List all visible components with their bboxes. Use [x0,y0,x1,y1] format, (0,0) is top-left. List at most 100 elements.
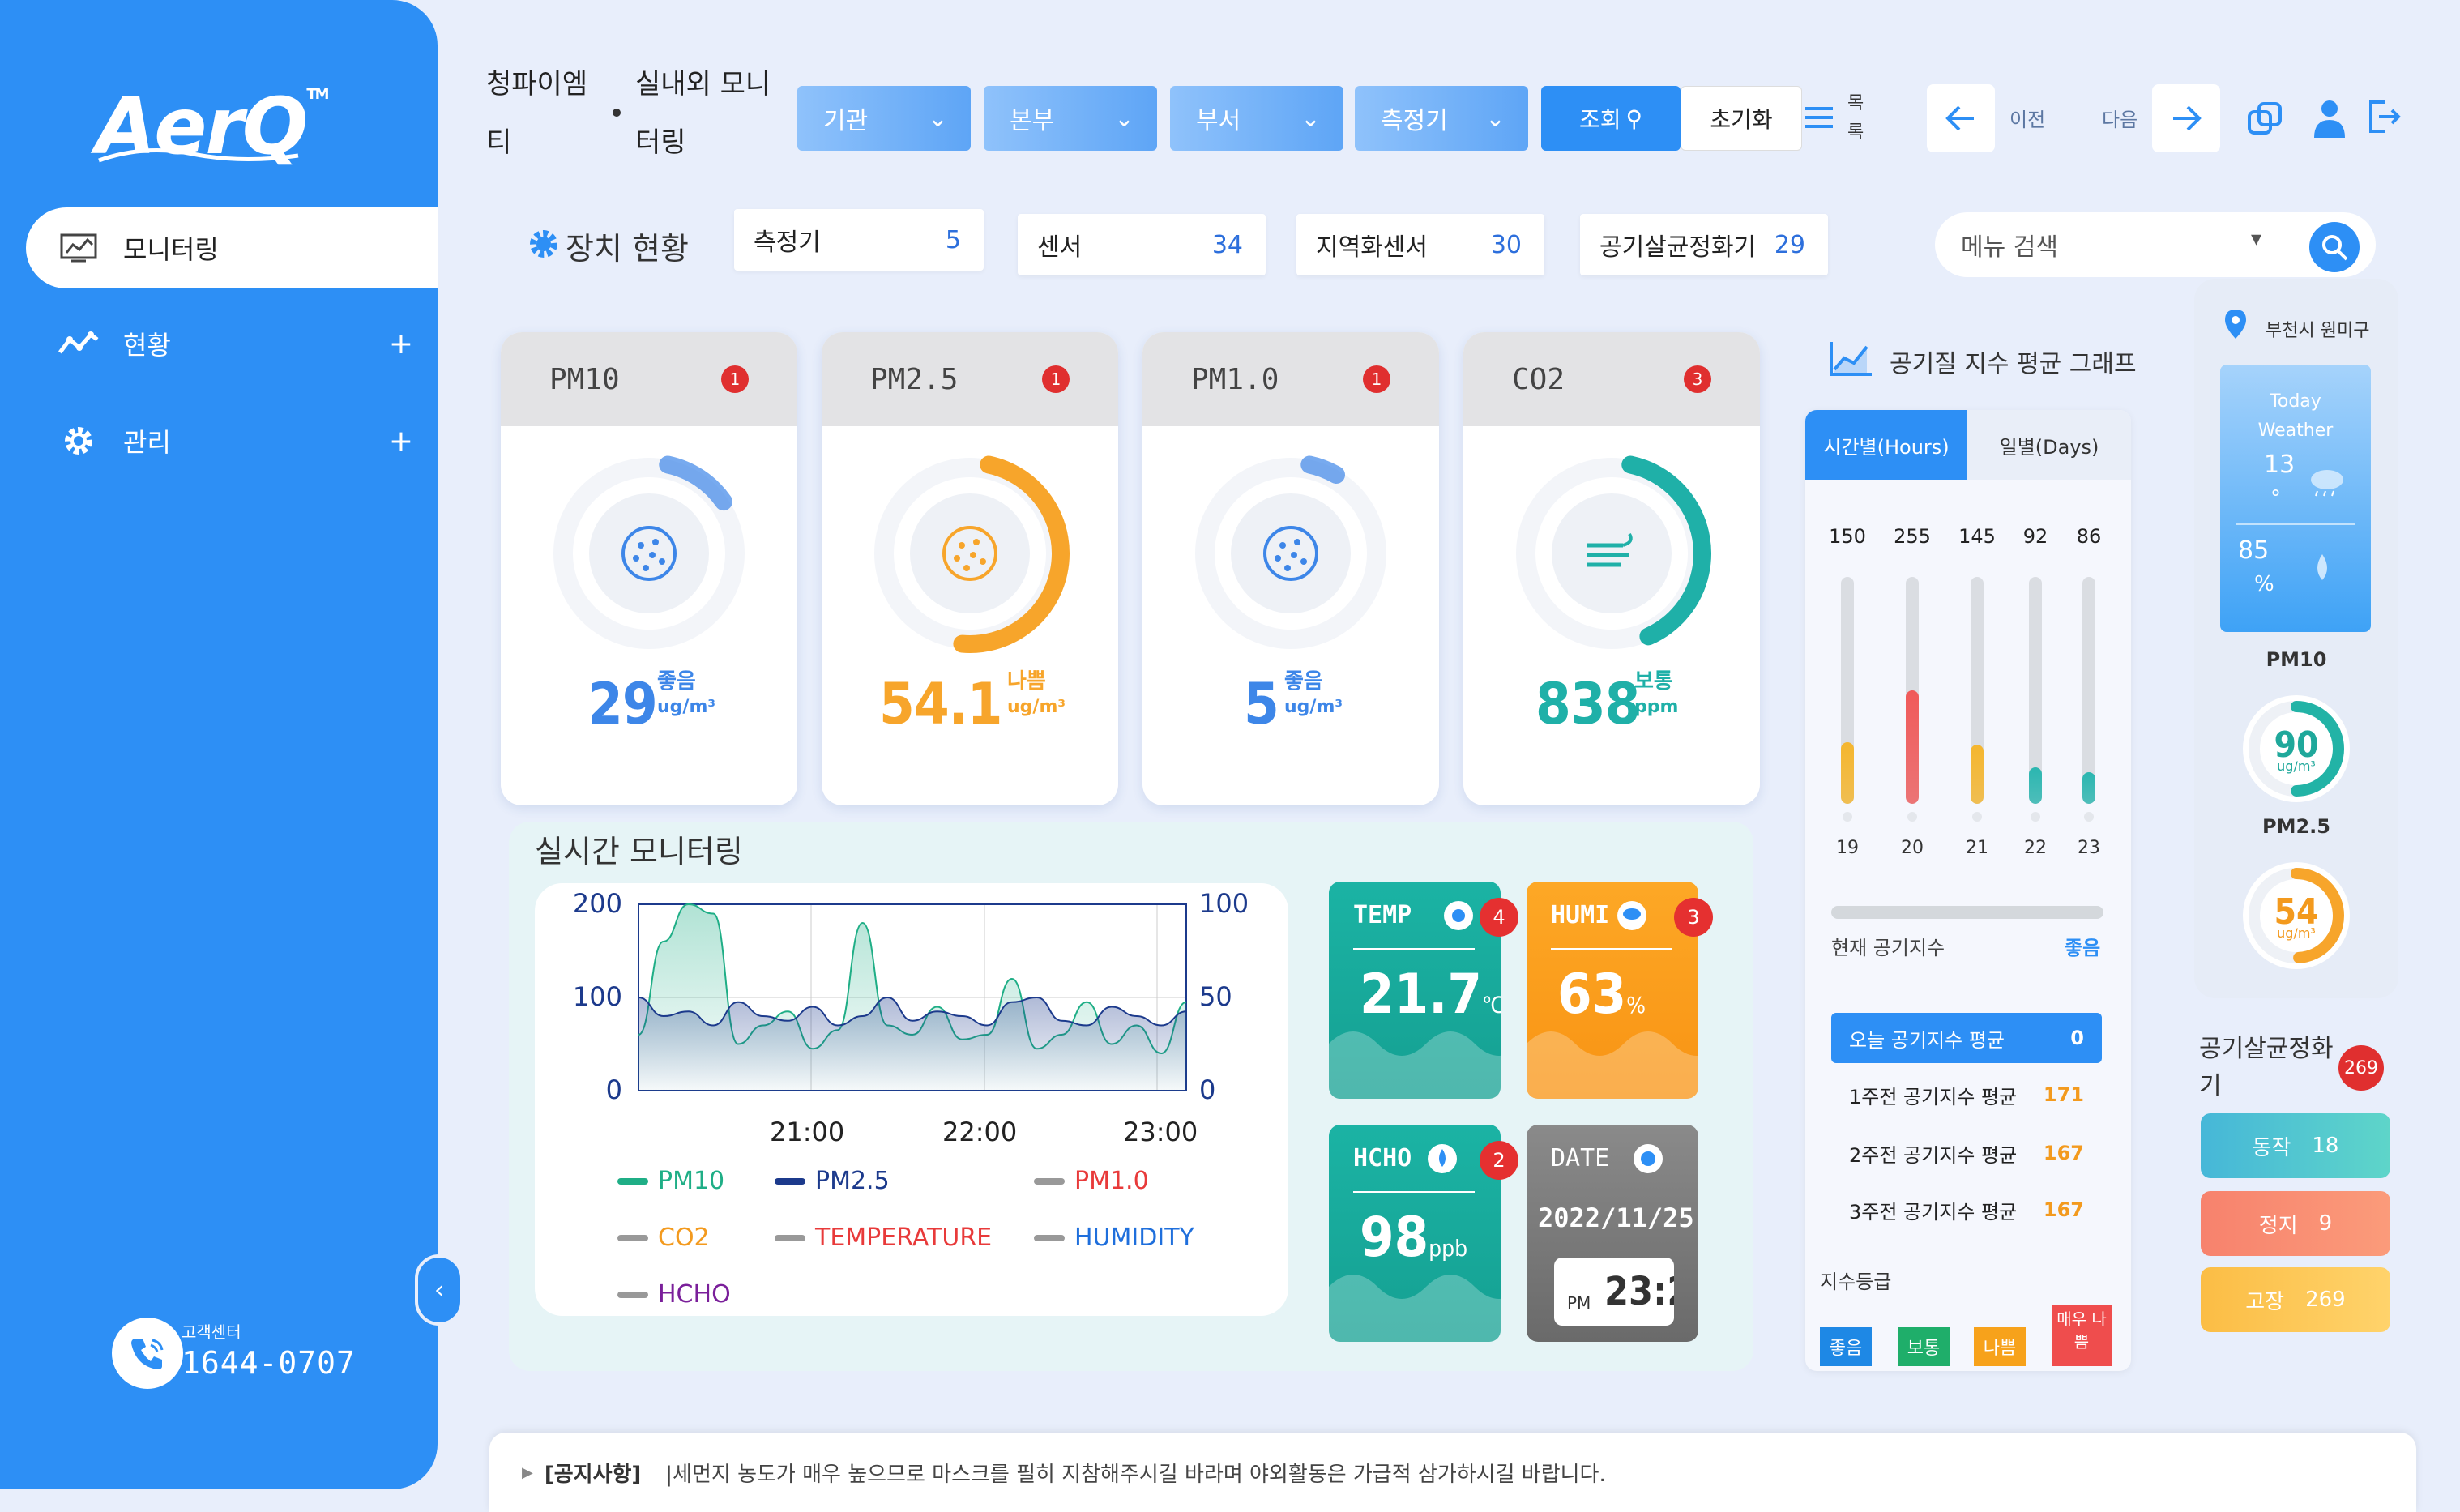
sensor-value: 54.1 [879,671,1002,737]
tile-humi-alert-badge[interactable]: 3 [1674,898,1713,937]
sensor-card-pm25[interactable]: PM2.5 1 54.1 나쁨 ug/m³ [822,332,1118,805]
tile-temp[interactable]: TEMP 21.7℃ [1329,882,1501,1099]
phone-icon[interactable] [112,1318,183,1389]
prev-label[interactable]: 이전 [2009,104,2045,132]
device-chip-sensor[interactable]: 센서 34 [1018,214,1266,275]
legend-temperature[interactable]: TEMPERATURE [775,1224,992,1252]
search-icon: ⚲ [1625,105,1643,132]
current-aqi-value: 좋음 [2065,937,2101,959]
sensor-card-header: PM1.0 1 [1142,332,1439,426]
notice-bar[interactable]: ▶ [공지사항] |세먼지 농도가 매우 높으므로 마스크를 필히 지참해주시길… [489,1433,2416,1512]
tile-temp-alert-badge[interactable]: 4 [1480,898,1518,937]
sensor-card-co2[interactable]: CO2 3 838 보통 ppm [1463,332,1760,805]
aqi-bar[interactable] [1841,577,1854,804]
device-chip-local-sensor[interactable]: 지역화센서 30 [1296,214,1544,275]
sensor-card-pm10[interactable]: PM1.0 1 5 좋음 ug/m³ [1142,332,1439,805]
y-tick-left: 200 [573,888,622,919]
filter-device-dropdown[interactable]: 측정기 ⌄ [1355,86,1528,151]
aqi-bar[interactable] [1906,577,1919,804]
realtime-title: 실시간 모니터링 [535,834,743,869]
legend-pm10[interactable]: PM10 [617,1167,724,1195]
alert-badge[interactable]: 1 [721,365,749,393]
purifier-total-badge[interactable]: 269 [2338,1045,2384,1091]
alert-badge[interactable]: 1 [1363,365,1390,393]
aqi-bar-hour: 20 [1901,838,1924,858]
pm25-label: PM2.5 [2262,815,2330,838]
weather-location: 부천시 원미구 [2266,321,2370,341]
alert-badge[interactable]: 1 [1042,365,1070,393]
list-label[interactable]: 목록 [1847,89,1872,147]
sensor-value: 29 [587,671,658,737]
next-label[interactable]: 다음 [2102,104,2138,132]
avg-row-today: 오늘 공기지수 평균 0 [1831,1013,2102,1063]
sidebar-collapse-button[interactable]: ‹ [415,1254,463,1326]
x-tick: 22:00 [942,1117,1017,1147]
sidebar-item-status[interactable]: 현황 + [26,303,438,384]
legend-humidity[interactable]: HUMIDITY [1034,1224,1194,1252]
window-copy-icon[interactable] [2246,100,2283,141]
tab-days[interactable]: 일별(Days) [1967,410,2131,480]
aqi-bar-hour: 23 [2078,838,2100,858]
purifier-running-button[interactable]: 동작 18 [2201,1113,2390,1178]
x-tick: 23:00 [1123,1117,1198,1147]
aqi-bar[interactable] [2029,577,2042,804]
today-weather-card: Today Weather 13 ° 85 % [2220,365,2371,632]
weather-temp: 13 [2264,451,2296,479]
sensor-card-pm10[interactable]: PM10 1 29 좋음 ug/m³ [501,332,797,805]
clock-icon [1632,1143,1664,1178]
sidebar-item-management[interactable]: 관리 + [26,400,438,481]
caret-down-icon[interactable]: ▾ [2251,227,2261,251]
tile-hcho[interactable]: HCHO 98ppb [1329,1125,1501,1342]
water-drop-icon [1426,1143,1458,1178]
sensor-unit: ug/m³ [1284,697,1343,717]
aqi-bar-hour: 19 [1836,838,1859,858]
sun-icon [1442,899,1475,935]
expand-plus-icon[interactable]: + [389,327,413,361]
tile-humi[interactable]: HUMI 63% [1527,882,1698,1099]
reset-button[interactable]: 초기화 [1681,86,1802,151]
alert-badge[interactable]: 3 [1684,365,1711,393]
purifier-stopped-button[interactable]: 정지 9 [2201,1191,2390,1256]
expand-plus-icon[interactable]: + [389,425,413,458]
sensor-gauge [870,454,1070,653]
logout-icon[interactable] [2366,99,2402,138]
prev-button[interactable] [1927,84,1995,152]
next-button[interactable] [2152,84,2220,152]
filter-org-dropdown[interactable]: 기관 ⌄ [797,86,971,151]
filter-dept-dropdown[interactable]: 부서 ⌄ [1170,86,1343,151]
menu-search-field[interactable]: 메뉴 검색 ▾ [1935,212,2376,277]
current-aqi-label: 현재 공기지수 [1831,937,1945,959]
search-icon[interactable] [2309,222,2360,272]
pm10-mini-gauge: 90 ug/m³ [2236,689,2356,809]
sensor-unit: ug/m³ [1007,697,1066,717]
tile-hcho-alert-badge[interactable]: 2 [1480,1141,1518,1180]
trend-line-icon [58,327,99,360]
aqi-bar[interactable] [1971,577,1984,804]
sidebar-item-monitoring[interactable]: 모니터링 [26,207,438,288]
support-label: 고객센터 [182,1322,241,1342]
legend-hcho[interactable]: HCHO [617,1280,731,1309]
arrow-right-icon [2173,105,2202,131]
tab-hours[interactable]: 시간별(Hours) [1805,410,1967,480]
device-chip-meter[interactable]: 측정기 5 [734,209,984,271]
current-aqi-bar [1831,906,2103,919]
legend-co2[interactable]: CO2 [617,1224,710,1252]
aqi-bar-hour: 22 [2024,838,2047,858]
gear-icon [58,425,99,457]
tile-value: 21.7℃ [1360,963,1501,1027]
legend-pm10[interactable]: PM1.0 [1034,1167,1149,1195]
location-pin-icon [2223,308,2248,344]
aqi-bar[interactable] [2082,577,2095,804]
sidebar-item-label: 현황 [123,330,171,361]
legend-pm25[interactable]: PM2.5 [775,1167,890,1195]
tile-date[interactable]: DATE 2022/11/25 PM 23:2? [1527,1125,1698,1342]
device-chip-purifier[interactable]: 공기살균정화기 29 [1580,214,1828,275]
support-number[interactable]: 1644-0707 [182,1345,356,1381]
sensor-value: 838 [1535,671,1640,737]
user-profile-icon[interactable] [2308,96,2351,146]
search-button[interactable]: 조회 ⚲ [1541,86,1681,151]
filter-hq-dropdown[interactable]: 본부 ⌄ [984,86,1157,151]
purifier-fault-button[interactable]: 고장 269 [2201,1267,2390,1332]
y-tick-right: 0 [1199,1074,1215,1105]
list-icon[interactable] [1805,105,1834,135]
